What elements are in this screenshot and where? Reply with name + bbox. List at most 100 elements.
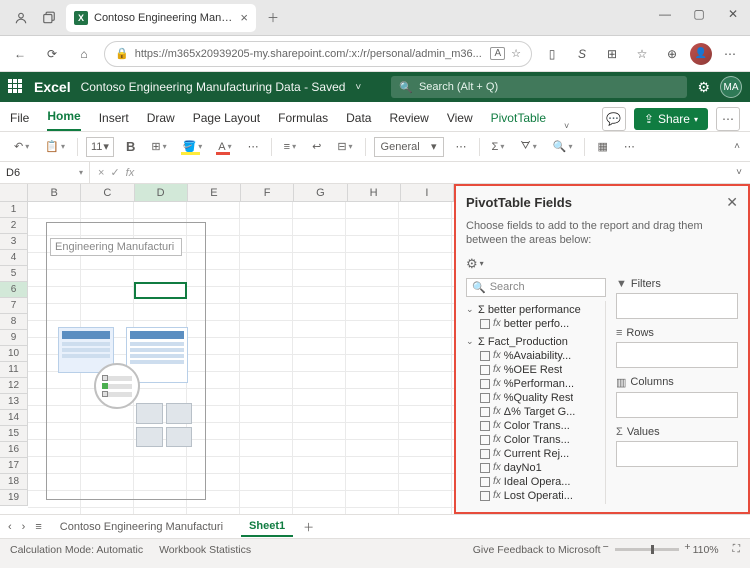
tab-file[interactable]: File xyxy=(10,105,29,131)
align-middle-button[interactable]: ≡▾ xyxy=(280,139,300,155)
field-checkbox[interactable] xyxy=(480,379,490,389)
row-header[interactable]: 15 xyxy=(0,426,28,442)
ribbon-chevron-icon[interactable]: ˅ xyxy=(564,121,569,131)
reader-icon[interactable]: A xyxy=(490,47,505,60)
row-header[interactable]: 17 xyxy=(0,458,28,474)
feedback-link[interactable]: Give Feedback to Microsoft xyxy=(473,544,601,556)
url-input[interactable]: 🔒 https://m365x20939205-my.sharepoint.co… xyxy=(104,41,532,67)
collections-icon[interactable]: ⊕ xyxy=(660,42,684,66)
column-header[interactable]: E xyxy=(188,184,241,201)
sheet-list-button[interactable]: ≡ xyxy=(35,521,41,533)
tab-home[interactable]: Home xyxy=(47,103,80,131)
column-header[interactable]: B xyxy=(28,184,81,201)
active-cell[interactable] xyxy=(134,282,187,299)
document-title[interactable]: Contoso Engineering Manufacturing Data -… xyxy=(81,80,346,94)
select-all-corner[interactable] xyxy=(0,184,28,201)
font-size-input[interactable]: 11▾ xyxy=(86,137,114,157)
column-header[interactable]: F xyxy=(241,184,294,201)
more-font-button[interactable]: ⋯ xyxy=(244,138,263,155)
cells-grid[interactable]: Engineering Manufacturi xyxy=(28,202,454,514)
field-item[interactable]: fxLost Operati... xyxy=(466,489,605,503)
field-item[interactable]: fx%Performan... xyxy=(466,377,605,391)
app-launcher-icon[interactable] xyxy=(8,79,24,95)
row-header[interactable]: 14 xyxy=(0,410,28,426)
pane-close-button[interactable]: ✕ xyxy=(726,194,738,211)
font-color-button[interactable]: A▾ xyxy=(214,139,235,155)
rows-dropzone[interactable] xyxy=(616,342,738,368)
s-icon[interactable]: S xyxy=(570,42,594,66)
column-header[interactable]: I xyxy=(401,184,454,201)
field-checkbox[interactable] xyxy=(480,319,490,329)
name-box[interactable]: D6▾ xyxy=(0,162,90,183)
field-item[interactable]: fxdayNo1 xyxy=(466,461,605,475)
tab-pivottable[interactable]: PivotTable xyxy=(491,105,546,131)
fields-tree[interactable]: ⌄Σbetter performancefxbetter perfo...⌄ΣF… xyxy=(466,301,606,504)
row-header[interactable]: 16 xyxy=(0,442,28,458)
row-header[interactable]: 1 xyxy=(0,202,28,218)
collapse-ribbon-icon[interactable]: ˄ xyxy=(734,141,740,152)
tabs-icon[interactable] xyxy=(38,7,60,29)
enter-formula-icon[interactable]: ✓ xyxy=(110,166,119,179)
field-checkbox[interactable] xyxy=(480,435,490,445)
field-checkbox[interactable] xyxy=(480,365,490,375)
home-button[interactable]: ⌂ xyxy=(72,42,96,66)
more-number-button[interactable]: ⋯ xyxy=(452,138,471,155)
tab-formulas[interactable]: Formulas xyxy=(278,105,328,131)
column-header[interactable]: D xyxy=(135,184,188,201)
pane-layout-button[interactable]: ⚙▾ xyxy=(466,256,738,272)
tab-data[interactable]: Data xyxy=(346,105,371,131)
minimize-button[interactable]: — xyxy=(648,0,682,28)
paste-button[interactable]: 📋▾ xyxy=(41,138,69,155)
row-header[interactable]: 2 xyxy=(0,218,28,234)
refresh-button[interactable]: ⟳ xyxy=(40,42,64,66)
workbook-stats-label[interactable]: Workbook Statistics xyxy=(159,544,251,556)
field-item[interactable]: fxIdeal Opera... xyxy=(466,475,605,489)
sheet-tab-0[interactable]: Contoso Engineering Manufacturi xyxy=(52,518,231,536)
fields-search-input[interactable]: 🔍 Search xyxy=(466,278,606,297)
maximize-button[interactable]: ▢ xyxy=(682,0,716,28)
title-chevron-icon[interactable]: ˅ xyxy=(355,82,361,93)
close-window-button[interactable]: ✕ xyxy=(716,0,750,28)
cancel-formula-icon[interactable]: × xyxy=(98,167,104,179)
row-header[interactable]: 12 xyxy=(0,378,28,394)
favorite-icon[interactable]: ☆ xyxy=(511,47,521,60)
field-checkbox[interactable] xyxy=(480,491,490,501)
field-checkbox[interactable] xyxy=(480,393,490,403)
new-tab-button[interactable]: ＋ xyxy=(262,7,284,29)
zoom-slider[interactable] xyxy=(615,548,679,551)
addins-button[interactable]: ▦ xyxy=(593,138,611,155)
row-header[interactable]: 10 xyxy=(0,346,28,362)
tab-view[interactable]: View xyxy=(447,105,473,131)
fx-icon[interactable]: fx xyxy=(126,167,135,179)
sheet-nav-next[interactable]: › xyxy=(22,521,26,533)
sheet-tab-1[interactable]: Sheet1 xyxy=(241,517,293,537)
row-header[interactable]: 13 xyxy=(0,394,28,410)
sort-filter-button[interactable]: ᗊ▾ xyxy=(516,138,540,155)
profile-icon[interactable] xyxy=(10,7,32,29)
merge-button[interactable]: ⊟▾ xyxy=(333,138,356,155)
column-header[interactable]: C xyxy=(81,184,134,201)
user-avatar[interactable]: MA xyxy=(720,76,742,98)
borders-button[interactable]: ⊞▾ xyxy=(147,138,170,155)
row-header[interactable]: 6 xyxy=(0,282,28,298)
column-header[interactable]: G xyxy=(294,184,347,201)
fullscreen-icon[interactable]: ⛶ xyxy=(733,543,740,556)
field-checkbox[interactable] xyxy=(480,449,490,459)
field-item[interactable]: fxColor Trans... xyxy=(466,419,605,433)
search-input[interactable]: 🔍 Search (Alt + Q) xyxy=(391,76,687,98)
row-header[interactable]: 4 xyxy=(0,250,28,266)
share-button[interactable]: ⇪Share▾ xyxy=(634,108,708,130)
field-group-header[interactable]: ⌄ΣFact_Production xyxy=(466,335,605,349)
bold-button[interactable]: B xyxy=(122,137,139,156)
row-header[interactable]: 5 xyxy=(0,266,28,282)
ribbon-more-button[interactable]: ⋯ xyxy=(716,107,740,131)
calc-mode-label[interactable]: Calculation Mode: Automatic xyxy=(10,544,143,556)
find-button[interactable]: 🔍▾ xyxy=(549,138,577,155)
filters-dropzone[interactable] xyxy=(616,293,738,319)
tab-page-layout[interactable]: Page Layout xyxy=(193,105,260,131)
row-header[interactable]: 9 xyxy=(0,330,28,346)
sheet-nav-prev[interactable]: ‹ xyxy=(8,521,12,533)
tab-insert[interactable]: Insert xyxy=(99,105,129,131)
tab-close-icon[interactable]: × xyxy=(240,10,248,25)
browser-profile-avatar[interactable]: 👤 xyxy=(690,43,712,65)
